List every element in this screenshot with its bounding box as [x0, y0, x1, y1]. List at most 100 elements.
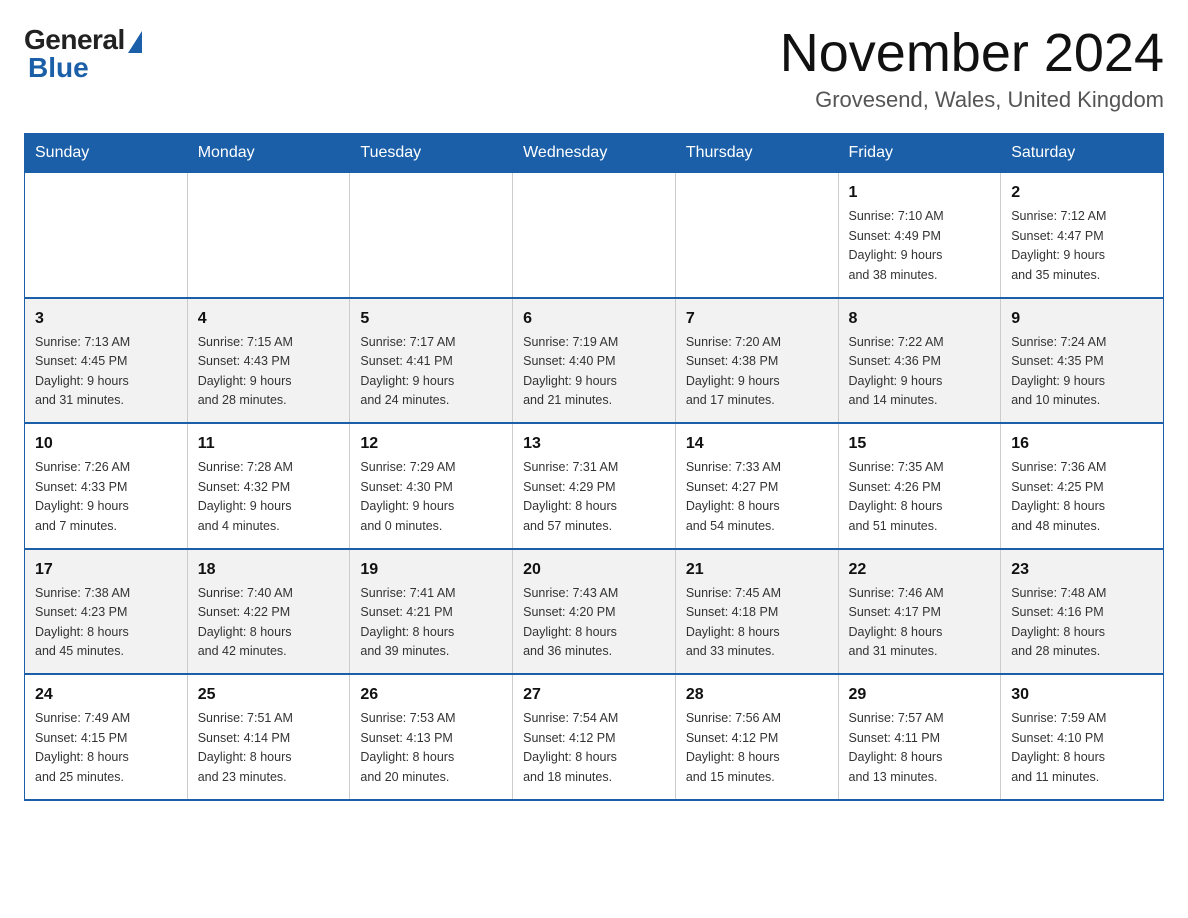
day-info: Sunrise: 7:19 AM Sunset: 4:40 PM Dayligh…: [523, 333, 665, 411]
calendar-cell: 8Sunrise: 7:22 AM Sunset: 4:36 PM Daylig…: [838, 298, 1001, 424]
day-info: Sunrise: 7:29 AM Sunset: 4:30 PM Dayligh…: [360, 458, 502, 536]
logo: General Blue: [24, 24, 142, 84]
calendar-cell: 26Sunrise: 7:53 AM Sunset: 4:13 PM Dayli…: [350, 674, 513, 800]
day-info: Sunrise: 7:46 AM Sunset: 4:17 PM Dayligh…: [849, 584, 991, 662]
calendar-cell: 27Sunrise: 7:54 AM Sunset: 4:12 PM Dayli…: [513, 674, 676, 800]
day-info: Sunrise: 7:26 AM Sunset: 4:33 PM Dayligh…: [35, 458, 177, 536]
location-subtitle: Grovesend, Wales, United Kingdom: [780, 87, 1164, 113]
calendar-cell: 18Sunrise: 7:40 AM Sunset: 4:22 PM Dayli…: [187, 549, 350, 675]
weekday-header-thursday: Thursday: [675, 134, 838, 173]
day-info: Sunrise: 7:28 AM Sunset: 4:32 PM Dayligh…: [198, 458, 340, 536]
day-info: Sunrise: 7:15 AM Sunset: 4:43 PM Dayligh…: [198, 333, 340, 411]
day-info: Sunrise: 7:54 AM Sunset: 4:12 PM Dayligh…: [523, 709, 665, 787]
calendar-table: SundayMondayTuesdayWednesdayThursdayFrid…: [24, 133, 1164, 801]
weekday-header-sunday: Sunday: [25, 134, 188, 173]
day-number: 29: [849, 683, 991, 707]
calendar-cell: 16Sunrise: 7:36 AM Sunset: 4:25 PM Dayli…: [1001, 423, 1164, 549]
weekday-header-wednesday: Wednesday: [513, 134, 676, 173]
calendar-cell: 9Sunrise: 7:24 AM Sunset: 4:35 PM Daylig…: [1001, 298, 1164, 424]
calendar-cell: 21Sunrise: 7:45 AM Sunset: 4:18 PM Dayli…: [675, 549, 838, 675]
weekday-header-friday: Friday: [838, 134, 1001, 173]
day-info: Sunrise: 7:56 AM Sunset: 4:12 PM Dayligh…: [686, 709, 828, 787]
calendar-cell: [350, 173, 513, 298]
header: General Blue November 2024 Grovesend, Wa…: [24, 24, 1164, 113]
day-number: 10: [35, 432, 177, 456]
day-number: 14: [686, 432, 828, 456]
day-number: 25: [198, 683, 340, 707]
day-info: Sunrise: 7:13 AM Sunset: 4:45 PM Dayligh…: [35, 333, 177, 411]
day-number: 20: [523, 558, 665, 582]
day-number: 28: [686, 683, 828, 707]
day-info: Sunrise: 7:43 AM Sunset: 4:20 PM Dayligh…: [523, 584, 665, 662]
day-info: Sunrise: 7:33 AM Sunset: 4:27 PM Dayligh…: [686, 458, 828, 536]
calendar-week-row: 17Sunrise: 7:38 AM Sunset: 4:23 PM Dayli…: [25, 549, 1164, 675]
calendar-cell: [513, 173, 676, 298]
day-info: Sunrise: 7:17 AM Sunset: 4:41 PM Dayligh…: [360, 333, 502, 411]
calendar-cell: 15Sunrise: 7:35 AM Sunset: 4:26 PM Dayli…: [838, 423, 1001, 549]
month-title: November 2024: [780, 24, 1164, 83]
calendar-cell: 19Sunrise: 7:41 AM Sunset: 4:21 PM Dayli…: [350, 549, 513, 675]
day-number: 17: [35, 558, 177, 582]
day-number: 5: [360, 307, 502, 331]
calendar-cell: 7Sunrise: 7:20 AM Sunset: 4:38 PM Daylig…: [675, 298, 838, 424]
day-info: Sunrise: 7:36 AM Sunset: 4:25 PM Dayligh…: [1011, 458, 1153, 536]
calendar-cell: 14Sunrise: 7:33 AM Sunset: 4:27 PM Dayli…: [675, 423, 838, 549]
day-number: 27: [523, 683, 665, 707]
day-number: 12: [360, 432, 502, 456]
day-number: 22: [849, 558, 991, 582]
day-number: 23: [1011, 558, 1153, 582]
day-number: 15: [849, 432, 991, 456]
day-info: Sunrise: 7:53 AM Sunset: 4:13 PM Dayligh…: [360, 709, 502, 787]
calendar-cell: 23Sunrise: 7:48 AM Sunset: 4:16 PM Dayli…: [1001, 549, 1164, 675]
day-number: 18: [198, 558, 340, 582]
day-number: 24: [35, 683, 177, 707]
day-info: Sunrise: 7:38 AM Sunset: 4:23 PM Dayligh…: [35, 584, 177, 662]
calendar-cell: 20Sunrise: 7:43 AM Sunset: 4:20 PM Dayli…: [513, 549, 676, 675]
day-number: 4: [198, 307, 340, 331]
day-number: 8: [849, 307, 991, 331]
day-info: Sunrise: 7:24 AM Sunset: 4:35 PM Dayligh…: [1011, 333, 1153, 411]
calendar-cell: 24Sunrise: 7:49 AM Sunset: 4:15 PM Dayli…: [25, 674, 188, 800]
day-number: 30: [1011, 683, 1153, 707]
calendar-cell: 17Sunrise: 7:38 AM Sunset: 4:23 PM Dayli…: [25, 549, 188, 675]
calendar-cell: 13Sunrise: 7:31 AM Sunset: 4:29 PM Dayli…: [513, 423, 676, 549]
calendar-cell: 10Sunrise: 7:26 AM Sunset: 4:33 PM Dayli…: [25, 423, 188, 549]
day-info: Sunrise: 7:41 AM Sunset: 4:21 PM Dayligh…: [360, 584, 502, 662]
calendar-cell: 22Sunrise: 7:46 AM Sunset: 4:17 PM Dayli…: [838, 549, 1001, 675]
calendar-week-row: 10Sunrise: 7:26 AM Sunset: 4:33 PM Dayli…: [25, 423, 1164, 549]
calendar-cell: 29Sunrise: 7:57 AM Sunset: 4:11 PM Dayli…: [838, 674, 1001, 800]
day-number: 6: [523, 307, 665, 331]
weekday-header-tuesday: Tuesday: [350, 134, 513, 173]
day-info: Sunrise: 7:10 AM Sunset: 4:49 PM Dayligh…: [849, 207, 991, 285]
calendar-cell: 1Sunrise: 7:10 AM Sunset: 4:49 PM Daylig…: [838, 173, 1001, 298]
logo-triangle-icon: [128, 31, 142, 53]
calendar-week-row: 3Sunrise: 7:13 AM Sunset: 4:45 PM Daylig…: [25, 298, 1164, 424]
day-number: 16: [1011, 432, 1153, 456]
day-number: 7: [686, 307, 828, 331]
logo-blue-text: Blue: [28, 52, 89, 84]
day-number: 3: [35, 307, 177, 331]
calendar-cell: 11Sunrise: 7:28 AM Sunset: 4:32 PM Dayli…: [187, 423, 350, 549]
day-info: Sunrise: 7:48 AM Sunset: 4:16 PM Dayligh…: [1011, 584, 1153, 662]
day-info: Sunrise: 7:22 AM Sunset: 4:36 PM Dayligh…: [849, 333, 991, 411]
calendar-week-row: 24Sunrise: 7:49 AM Sunset: 4:15 PM Dayli…: [25, 674, 1164, 800]
calendar-cell: 12Sunrise: 7:29 AM Sunset: 4:30 PM Dayli…: [350, 423, 513, 549]
day-number: 9: [1011, 307, 1153, 331]
day-info: Sunrise: 7:57 AM Sunset: 4:11 PM Dayligh…: [849, 709, 991, 787]
calendar-cell: 28Sunrise: 7:56 AM Sunset: 4:12 PM Dayli…: [675, 674, 838, 800]
calendar-cell: [25, 173, 188, 298]
day-info: Sunrise: 7:49 AM Sunset: 4:15 PM Dayligh…: [35, 709, 177, 787]
day-number: 19: [360, 558, 502, 582]
weekday-header-monday: Monday: [187, 134, 350, 173]
calendar-cell: [675, 173, 838, 298]
calendar-cell: 3Sunrise: 7:13 AM Sunset: 4:45 PM Daylig…: [25, 298, 188, 424]
day-number: 21: [686, 558, 828, 582]
calendar-cell: [187, 173, 350, 298]
calendar-cell: 5Sunrise: 7:17 AM Sunset: 4:41 PM Daylig…: [350, 298, 513, 424]
day-number: 1: [849, 181, 991, 205]
weekday-header-row: SundayMondayTuesdayWednesdayThursdayFrid…: [25, 134, 1164, 173]
day-info: Sunrise: 7:31 AM Sunset: 4:29 PM Dayligh…: [523, 458, 665, 536]
title-area: November 2024 Grovesend, Wales, United K…: [780, 24, 1164, 113]
day-info: Sunrise: 7:51 AM Sunset: 4:14 PM Dayligh…: [198, 709, 340, 787]
day-info: Sunrise: 7:59 AM Sunset: 4:10 PM Dayligh…: [1011, 709, 1153, 787]
